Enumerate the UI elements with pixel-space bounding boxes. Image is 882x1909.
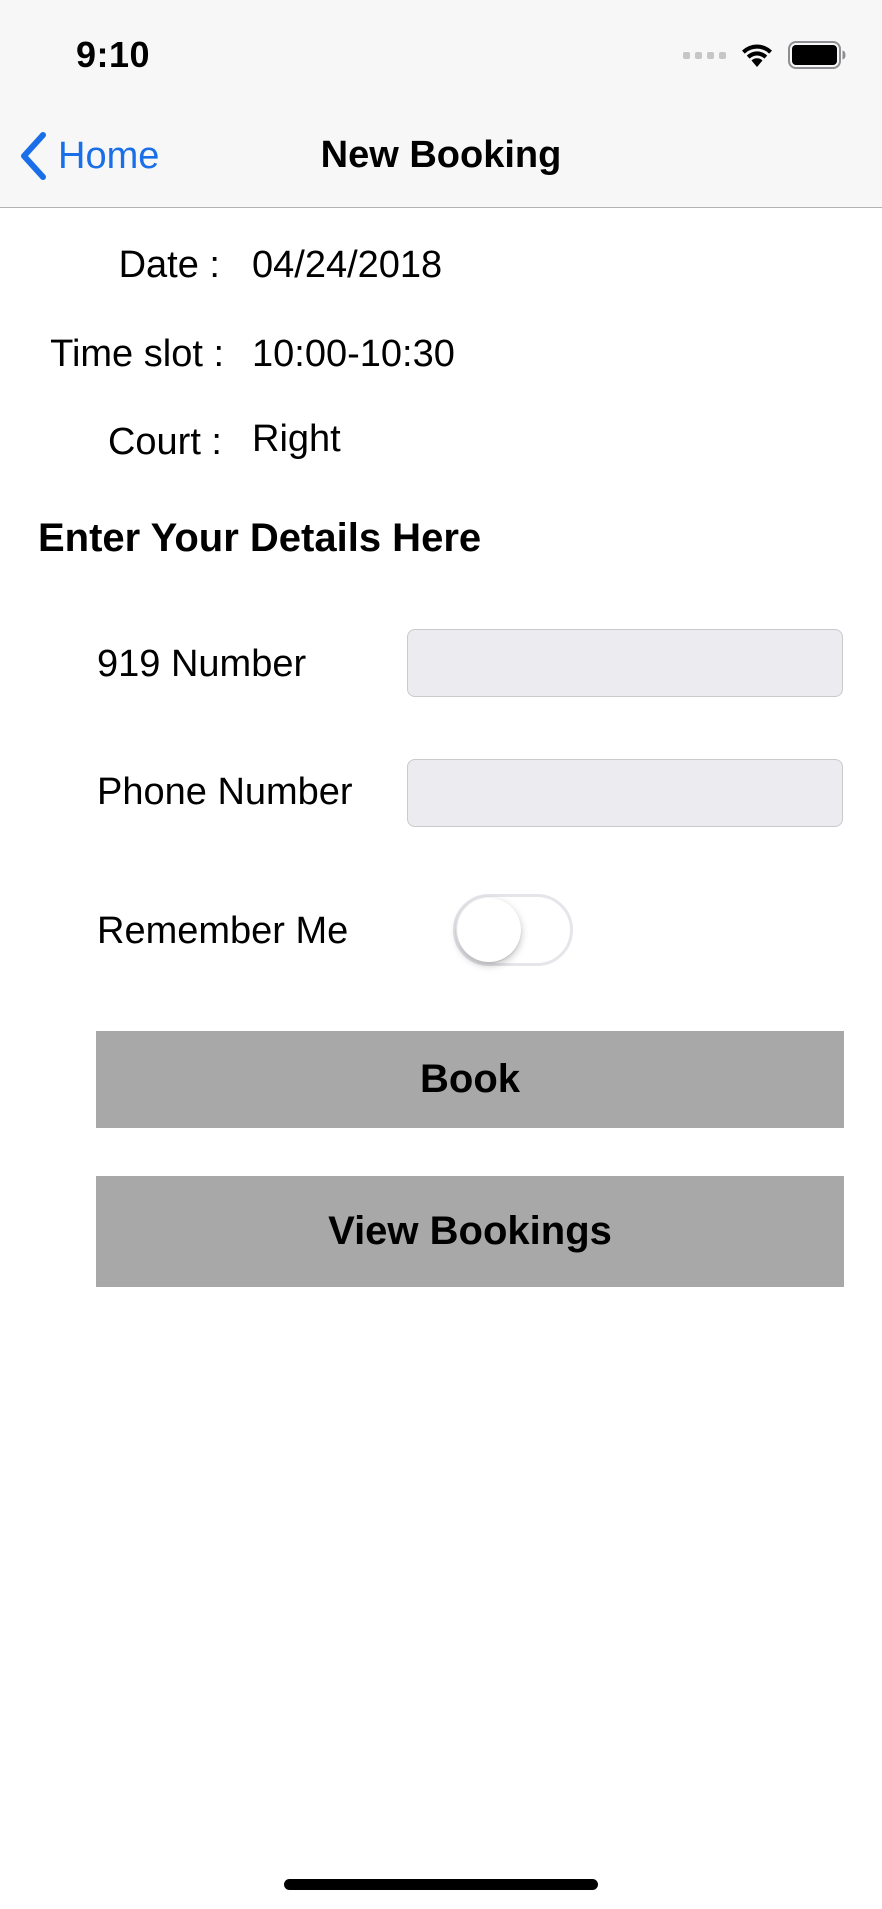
details-heading: Enter Your Details Here: [38, 516, 482, 560]
number-919-label: 919 Number: [97, 643, 307, 685]
date-label: Date :: [118, 244, 220, 286]
battery-icon: [788, 41, 846, 69]
view-bookings-button[interactable]: View Bookings: [96, 1176, 844, 1287]
wifi-icon: [742, 44, 772, 67]
phone-number-label: Phone Number: [97, 771, 353, 813]
court-value: Right: [252, 418, 341, 460]
court-label: Court :: [107, 421, 222, 463]
date-value: 04/24/2018: [252, 244, 443, 286]
page-title: New Booking: [320, 134, 562, 176]
status-time: 9:10: [76, 34, 151, 75]
book-button[interactable]: Book: [96, 1031, 844, 1128]
cellular-signal-icon: [683, 51, 726, 59]
time-slot-label: Time slot :: [50, 333, 224, 375]
remember-me-toggle[interactable]: [453, 894, 573, 966]
status-icons: [683, 38, 846, 72]
toggle-knob: [457, 898, 521, 962]
navigation-bar: Home New Booking: [0, 108, 882, 208]
booking-screen: 9:10 Home New Booking Date : 04/24/2018 …: [0, 0, 882, 1909]
number-919-input[interactable]: [407, 629, 843, 697]
status-bar: 9:10: [0, 0, 882, 108]
time-slot-value: 10:00-10:30: [252, 333, 455, 375]
remember-me-label: Remember Me: [97, 910, 349, 952]
phone-number-input[interactable]: [407, 759, 843, 827]
home-indicator[interactable]: [284, 1879, 598, 1890]
